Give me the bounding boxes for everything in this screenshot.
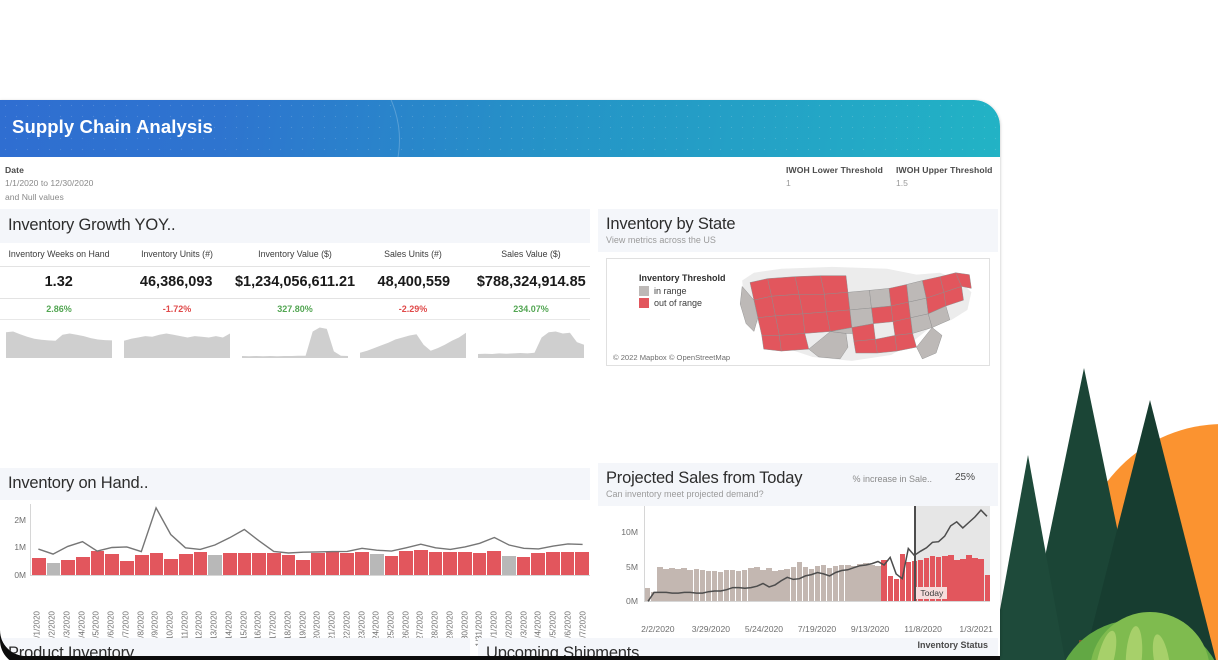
filter-bar: Date 1/1/2020 to 12/30/2020 and Null val… (0, 157, 1000, 209)
screenshot-root: Supply Chain Analysis Date 1/1/2020 to 1… (0, 0, 1218, 660)
legend-swatch-out-of-range (639, 298, 649, 308)
inventory-growth-title: Inventory Growth YOY.. (8, 216, 176, 234)
kpi-delta-1: -1.72% (162, 304, 192, 314)
projected-sales-chart[interactable]: 10M 5M 0M Today (598, 506, 998, 624)
iwoh-lower-threshold-filter[interactable]: IWOH Lower Threshold 1 (786, 165, 883, 189)
inventory-on-hand-y-axis: 2M 1M 0M (0, 504, 30, 580)
kpi-sparkline-0 (0, 322, 118, 358)
inventory-on-hand-title: Inventory on Hand.. (8, 474, 149, 492)
kpi-table: Inventory Weeks on Hand Inventory Units (… (0, 243, 590, 358)
kpi-delta-0: 2.86% (46, 304, 72, 314)
kpi-value-3: 48,400,559 (377, 274, 451, 290)
proj-x-tick-4: 9/13/2020 (850, 624, 890, 634)
today-marker-line (914, 506, 916, 601)
today-marker-label: Today (916, 587, 948, 599)
kpi-delta-4: 234.07% (513, 304, 549, 314)
kpi-sparkline-4 (472, 322, 590, 358)
kpi-value-4: $788,324,914.85 (476, 274, 586, 290)
kpi-sparkline-3 (354, 322, 472, 358)
map-attribution: © 2022 Mapbox © OpenStreetMap (613, 353, 731, 362)
ioh-y-tick-1: 1M (14, 542, 26, 553)
ioh-y-tick-2: 0M (14, 570, 26, 580)
proj-y-tick-2: 0M (626, 596, 638, 606)
proj-x-tick-5: 11/8/2020 (904, 624, 942, 634)
proj-x-tick-0: 2/2/2020 (641, 624, 675, 634)
kpi-delta-2: 327.80% (277, 304, 313, 314)
ioh-y-tick-0: 2M (14, 514, 26, 525)
inventory-status-filter-label: Inventory Status (917, 640, 988, 650)
projected-sales-title: Projected Sales from Today (606, 469, 803, 487)
projected-sales-subtitle: Can inventory meet projected demand? (606, 489, 764, 499)
iwoh-upper-threshold-filter[interactable]: IWOH Upper Threshold 1.5 (896, 165, 993, 189)
projected-sales-plot: Today (644, 506, 990, 602)
date-filter[interactable]: Date 1/1/2020 to 12/30/2020 and Null val… (5, 165, 93, 203)
kpi-delta-3: -2.29% (398, 304, 428, 314)
kpi-header-1: Inventory Units (#) (141, 249, 213, 259)
upcoming-shipments-title: Upcoming Shipments (486, 644, 640, 656)
inventory-by-state-panel-header: Inventory by State View metrics across t… (598, 209, 998, 252)
map-legend-item-out-of-range[interactable]: out of range (639, 298, 726, 308)
inventory-by-state-panel: Inventory by State View metrics across t… (598, 209, 998, 366)
proj-x-tick-2: 5/24/2020 (744, 624, 784, 634)
proj-y-tick-1: 5M (626, 561, 638, 572)
product-inventory-title: Product Inventory (8, 644, 134, 656)
legend-label-in-range: in range (654, 286, 687, 296)
inventory-by-state-title: Inventory by State (606, 215, 736, 233)
date-filter-label: Date (5, 165, 25, 175)
date-filter-value: 1/1/2020 to 12/30/2020 (5, 178, 94, 188)
map-legend-title: Inventory Threshold (639, 273, 726, 283)
iwoh-upper-threshold-value: 1.5 (896, 178, 908, 188)
proj-x-tick-1: 3/29/2020 (691, 624, 731, 634)
kpi-value-0: 1.32 (44, 274, 73, 290)
proj-x-tick-3: 7/19/2020 (797, 624, 837, 634)
kpi-value-1: 46,386,093 (139, 274, 213, 290)
date-filter-value-null: and Null values (5, 192, 64, 202)
product-inventory-panel-header: Product Inventory View Product Inventory (0, 638, 470, 656)
upcoming-shipments-panel: Upcoming Shipments View upcoming product… (478, 638, 998, 656)
proj-x-tick-6: 1/3/2021 (959, 624, 993, 634)
projected-sales-y-axis: 10M 5M 0M (598, 506, 642, 606)
inventory-on-hand-panel: Inventory on Hand.. 2M 1M 0M 1/1/2020 1/2/2… (0, 468, 590, 656)
kpi-header-3: Sales Units (#) (384, 249, 442, 259)
product-inventory-panel: Product Inventory View Product Inventory… (0, 638, 470, 656)
kpi-value-row: 1.32 46,386,093 $1,234,056,611.21 48,400,55… (0, 267, 590, 299)
proj-y-tick-0: 10M (621, 527, 638, 538)
kpi-value-2: $1,234,056,611.21 (234, 274, 356, 290)
legend-label-out-of-range: out of range (654, 298, 703, 308)
inventory-growth-panel-header: Inventory Growth YOY.. (0, 209, 590, 243)
pine-tree-small (990, 455, 1066, 660)
inventory-on-hand-chart[interactable]: 2M 1M 0M (0, 504, 590, 609)
map-legend: Inventory Threshold in range out of rang… (639, 273, 726, 308)
page-title: Supply Chain Analysis (12, 116, 213, 137)
inventory-on-hand-panel-header: Inventory on Hand.. (0, 468, 590, 500)
kpi-header-4: Sales Value ($) (501, 249, 561, 259)
map-legend-item-in-range[interactable]: in range (639, 286, 726, 296)
inventory-growth-panel: Inventory Growth YOY.. Inventory Weeks o… (0, 209, 590, 358)
inventory-on-hand-plot (30, 504, 590, 576)
iwoh-upper-threshold-label: IWOH Upper Threshold (896, 165, 993, 175)
pct-increase-value[interactable]: 25% (955, 472, 975, 483)
inventory-on-hand-line-series (38, 506, 583, 555)
legend-swatch-in-range (639, 286, 649, 296)
projected-sales-panel-header: Projected Sales from Today Can inventory… (598, 463, 998, 506)
kpi-sparkline-1 (118, 322, 236, 358)
projected-sales-panel: Projected Sales from Today Can inventory… (598, 463, 998, 640)
inventory-by-state-subtitle: View metrics across the US (606, 235, 716, 245)
inventory-status-filter[interactable]: Inventory Status All (917, 640, 988, 656)
kpi-delta-row: 2.86% -1.72% 327.80% -2.29% 234.07% (0, 299, 590, 320)
upcoming-shipments-panel-header: Upcoming Shipments View upcoming product… (478, 638, 998, 656)
dashboard-header: Supply Chain Analysis (0, 100, 1000, 157)
kpi-header-0: Inventory Weeks on Hand (8, 249, 110, 259)
kpi-sparkline-2 (236, 322, 354, 358)
us-choropleth-map[interactable]: Inventory Threshold in range out of rang… (606, 258, 990, 366)
kpi-sparkline-row (0, 320, 590, 358)
pct-increase-label: % increase in Sale.. (852, 474, 932, 484)
iwoh-lower-threshold-label: IWOH Lower Threshold (786, 165, 884, 175)
dashboard-card: Supply Chain Analysis Date 1/1/2020 to 1… (0, 100, 1000, 656)
iwoh-lower-threshold-value: 1 (786, 178, 791, 188)
kpi-header-row: Inventory Weeks on Hand Inventory Units (… (0, 243, 590, 267)
kpi-header-2: Inventory Value ($) (258, 249, 332, 259)
